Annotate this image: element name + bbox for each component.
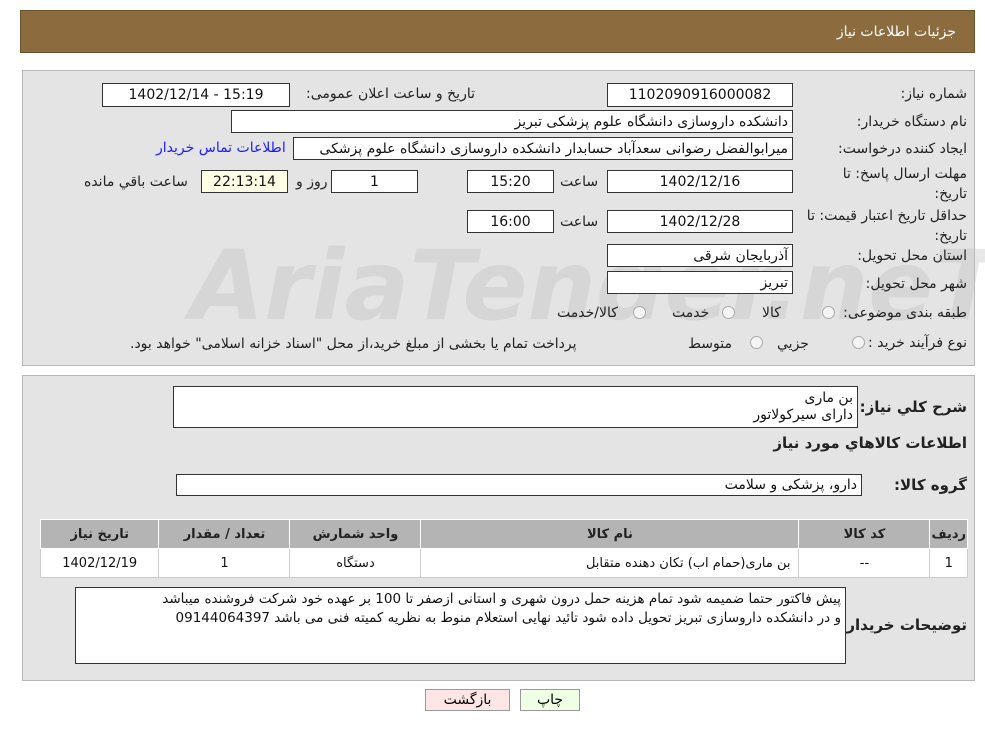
need-number-field: 1102090916000082 bbox=[607, 83, 793, 107]
category-option-service: خدمت bbox=[672, 305, 710, 321]
table-header-row: ردیف کد کالا نام کالا واحد شمارش تعداد /… bbox=[39, 519, 968, 549]
creator-label: ایجاد کننده درخواست: bbox=[838, 141, 967, 157]
creator-field: میرابوالفضل رضوانی سعدآباد حسابدار دانشک… bbox=[293, 137, 793, 160]
category-option-goods: کالا bbox=[762, 305, 781, 321]
need-number-label: شماره نیاز: bbox=[900, 86, 968, 102]
category-label: طبقه بندی موضوعی: bbox=[843, 305, 967, 321]
announce-value: 1402/12/14 - 15:19 bbox=[128, 87, 264, 103]
category-option-both: کالا/خدمت bbox=[557, 305, 618, 321]
process-label: نوع فرآیند خرید : bbox=[868, 335, 967, 351]
process-option-medium: متوسط bbox=[688, 336, 732, 352]
remaining-time-field: 22:13:14 bbox=[201, 170, 288, 193]
deadline-label: مهلت ارسال پاسخ: تا تاریخ: bbox=[842, 166, 967, 202]
validity-time-field: 16:00 bbox=[467, 210, 554, 233]
validity-label: حداقل تاریخ اعتبار قیمت: تا تاریخ: bbox=[806, 208, 967, 244]
deadline-date-field: 1402/12/16 bbox=[607, 170, 793, 193]
category-radio-service[interactable] bbox=[722, 306, 735, 319]
category-radio-both[interactable] bbox=[633, 306, 646, 319]
cell-qty: 1 bbox=[158, 548, 291, 578]
cell-row: 1 bbox=[929, 548, 968, 578]
province-field: آذربایجان شرقی bbox=[607, 244, 793, 267]
city-label: شهر محل تحویل: bbox=[865, 276, 967, 292]
deadline-time-field: 15:20 bbox=[467, 170, 554, 193]
goods-section-title: اطلاعات كالاهاي مورد نياز bbox=[773, 434, 967, 452]
col-code: کد کالا bbox=[798, 519, 931, 549]
process-radio-minor[interactable] bbox=[852, 336, 865, 349]
goods-table: ردیف کد کالا نام کالا واحد شمارش تعداد /… bbox=[39, 519, 968, 578]
print-button[interactable]: چاپ bbox=[520, 689, 580, 711]
table-row: 1 -- بن ماری(حمام اب) تکان دهنده متقابل … bbox=[39, 548, 968, 578]
process-note: پرداخت تمام یا بخشی از مبلغ خرید،از محل … bbox=[130, 336, 577, 352]
col-unit: واحد شمارش bbox=[289, 519, 422, 549]
summary-line: دارای سیرکولاتور bbox=[753, 407, 853, 423]
province-label: استان محل تحویل: bbox=[857, 248, 967, 264]
notes-textarea[interactable]: پیش فاکتور حتما ضمیمه شود تمام هزینه حمل… bbox=[75, 587, 846, 664]
category-radio-goods[interactable] bbox=[822, 306, 835, 319]
remaining-label: ساعت باقي مانده bbox=[84, 174, 188, 190]
cell-date: 1402/12/19 bbox=[39, 548, 160, 578]
cell-name: بن ماری(حمام اب) تکان دهنده متقابل bbox=[420, 548, 800, 578]
buyer-contact-link[interactable]: اطلاعات تماس خریدار bbox=[156, 140, 286, 156]
notes-line: و در دانشکده داروسازی تبریز تحویل داده ش… bbox=[175, 610, 841, 626]
notes-line: پیش فاکتور حتما ضمیمه شود تمام هزینه حمل… bbox=[162, 591, 841, 607]
days-label: روز و bbox=[296, 174, 328, 190]
goods-group-field: دارو، پزشکی و سلامت bbox=[176, 474, 862, 496]
cell-code: -- bbox=[798, 548, 931, 578]
summary-line: بن ماری bbox=[804, 390, 854, 406]
announce-field: 1402/12/14 - 15:19 bbox=[102, 83, 290, 107]
validity-date-field: 1402/12/28 bbox=[607, 210, 793, 233]
days-field: 1 bbox=[331, 170, 418, 193]
process-option-minor: جزيي bbox=[777, 336, 809, 352]
deadline-time-label: ساعت bbox=[560, 174, 599, 190]
validity-time-label: ساعت bbox=[560, 214, 599, 230]
process-radio-medium[interactable] bbox=[750, 336, 763, 349]
cell-unit: دستگاه bbox=[289, 548, 422, 578]
buyer-org-field: دانشکده داروسازی دانشگاه علوم پزشکی تبری… bbox=[231, 110, 793, 133]
summary-textarea[interactable]: بن ماری دارای سیرکولاتور bbox=[173, 386, 858, 428]
buyer-org-label: نام دستگاه خریدار: bbox=[856, 114, 967, 130]
goods-group-label: گروه كالا: bbox=[894, 476, 967, 494]
page-header: جزئیات اطلاعات نیاز bbox=[20, 10, 975, 53]
notes-label: توضیحات خریدار: bbox=[840, 616, 967, 634]
col-qty: تعداد / مقدار bbox=[158, 519, 291, 549]
back-button[interactable]: بازگشت bbox=[425, 689, 510, 711]
summary-label: شرح كلي نياز: bbox=[859, 398, 967, 416]
col-name: نام کالا bbox=[420, 519, 800, 549]
city-field: تبریز bbox=[607, 271, 793, 294]
col-row: ردیف bbox=[929, 519, 968, 549]
announce-label: تاریخ و ساعت اعلان عمومی: bbox=[306, 86, 475, 102]
col-date: تاریخ نیاز bbox=[39, 519, 160, 549]
